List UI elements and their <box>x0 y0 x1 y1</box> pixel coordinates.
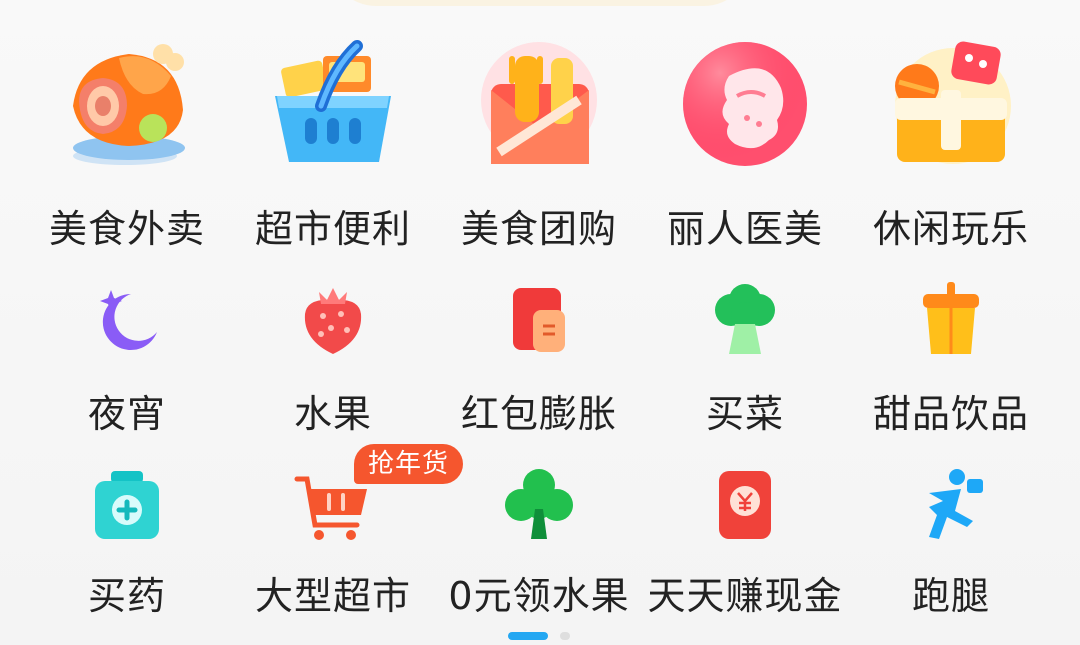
category-label: 买菜 <box>705 392 784 436</box>
broccoli-icon <box>715 284 775 354</box>
category-label: 休闲玩乐 <box>872 207 1029 251</box>
banner-edge <box>330 0 750 6</box>
page-dot[interactable] <box>560 632 570 640</box>
category-label: 大型超市 <box>254 574 411 618</box>
strawberry-icon <box>304 288 362 354</box>
category-label: 跑腿 <box>911 574 990 618</box>
category-label: 天天赚现金 <box>647 574 843 618</box>
new-year-goods-badge: 抢年货 <box>354 444 464 484</box>
category-label: 水果 <box>293 392 372 436</box>
category-label: 丽人医美 <box>666 207 823 251</box>
page-dot-active[interactable] <box>508 632 548 640</box>
leisure-box-icon <box>895 41 1011 164</box>
drink-cup-icon <box>923 282 979 354</box>
category-label: 红包膨胀 <box>460 392 617 436</box>
medicine-box-icon <box>95 471 159 539</box>
cash-envelope-icon <box>719 471 771 539</box>
running-courier-icon <box>929 469 983 539</box>
home-category-grid: 美食外卖 超市便利 美食团购 丽人医美 休闲玩乐 夜宵 水果 红包膨胀 买菜 甜… <box>0 0 1080 645</box>
shopping-basket-icon <box>275 40 391 162</box>
fork-envelope-icon <box>481 42 597 164</box>
red-packet-icon <box>513 288 565 352</box>
category-label: 超市便利 <box>254 207 411 251</box>
beauty-face-icon <box>683 42 807 166</box>
category-label: 甜品饮品 <box>872 392 1029 436</box>
category-label: 美食外卖 <box>48 207 205 251</box>
category-label: 0元领水果 <box>448 574 630 618</box>
category-label: 美食团购 <box>460 207 617 251</box>
category-label: 夜宵 <box>87 392 166 436</box>
tree-icon <box>505 469 573 539</box>
moon-star-icon <box>100 290 157 350</box>
category-label: 买药 <box>87 574 166 618</box>
roast-chicken-icon <box>73 44 185 165</box>
